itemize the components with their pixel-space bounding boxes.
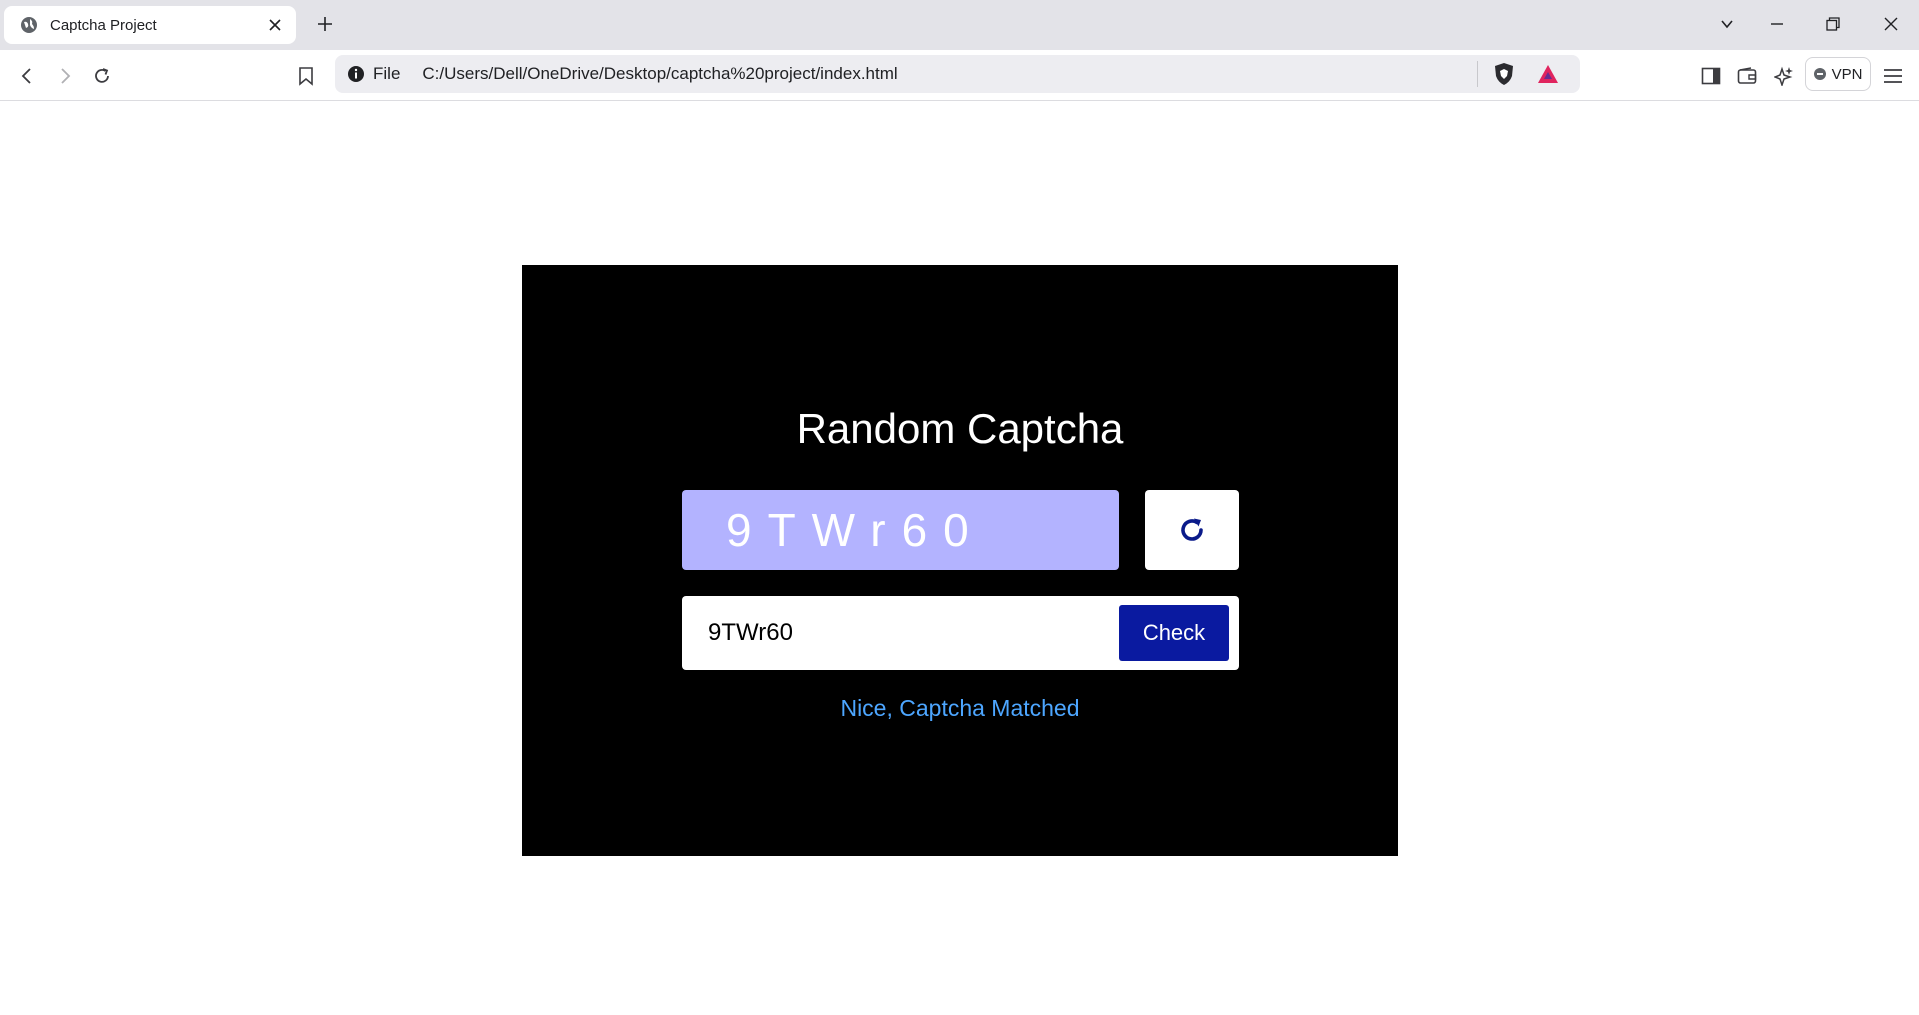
captcha-input[interactable] [682, 596, 1102, 670]
bat-rewards-icon[interactable] [1536, 62, 1560, 86]
scheme-label: File [373, 64, 401, 83]
tab-strip: Captcha Project [0, 0, 1919, 50]
chevron-down-icon[interactable] [1715, 12, 1739, 36]
restore-icon[interactable] [1821, 12, 1845, 36]
browser-toolbar: File C:/Users/Dell/OneDrive/Desktop/capt… [0, 50, 1919, 101]
globe-icon [20, 16, 38, 34]
back-icon[interactable] [14, 63, 40, 89]
plus-icon[interactable] [313, 12, 337, 36]
menu-icon[interactable] [1880, 63, 1906, 89]
page-title: Random Captcha [796, 405, 1124, 452]
forward-icon[interactable] [52, 63, 78, 89]
browser-tab[interactable]: Captcha Project [4, 6, 296, 44]
tab-title: Captcha Project [50, 16, 157, 34]
vpn-status-icon [1813, 68, 1826, 80]
divider [1477, 61, 1478, 87]
address-bar[interactable]: File C:/Users/Dell/OneDrive/Desktop/capt… [335, 55, 1580, 93]
captcha-input-group: Check [682, 596, 1239, 670]
close-icon[interactable] [1879, 12, 1903, 36]
sidebar-icon[interactable] [1698, 63, 1724, 89]
brave-shield-icon[interactable] [1492, 62, 1516, 86]
refresh-button[interactable] [1145, 490, 1239, 570]
captcha-card: Random Captcha 9TWr60 Check Nice, Captch… [522, 265, 1398, 856]
reload-icon[interactable] [89, 63, 115, 89]
info-icon[interactable] [347, 65, 365, 83]
vpn-button[interactable]: VPN [1805, 57, 1871, 91]
minimize-icon[interactable] [1765, 12, 1789, 36]
leo-ai-icon[interactable] [1771, 63, 1797, 89]
close-icon[interactable] [266, 16, 284, 34]
captcha-display: 9TWr60 [682, 490, 1119, 570]
bookmark-icon[interactable] [293, 63, 319, 89]
url-text[interactable]: C:/Users/Dell/OneDrive/Desktop/captcha%2… [422, 64, 1477, 84]
check-button[interactable]: Check [1119, 605, 1229, 661]
status-message: Nice, Captcha Matched [840, 695, 1080, 721]
refresh-icon [1177, 515, 1207, 545]
captcha-code: 9TWr60 [726, 504, 985, 556]
wallet-icon[interactable] [1734, 63, 1760, 89]
vpn-label: VPN [1831, 65, 1863, 83]
